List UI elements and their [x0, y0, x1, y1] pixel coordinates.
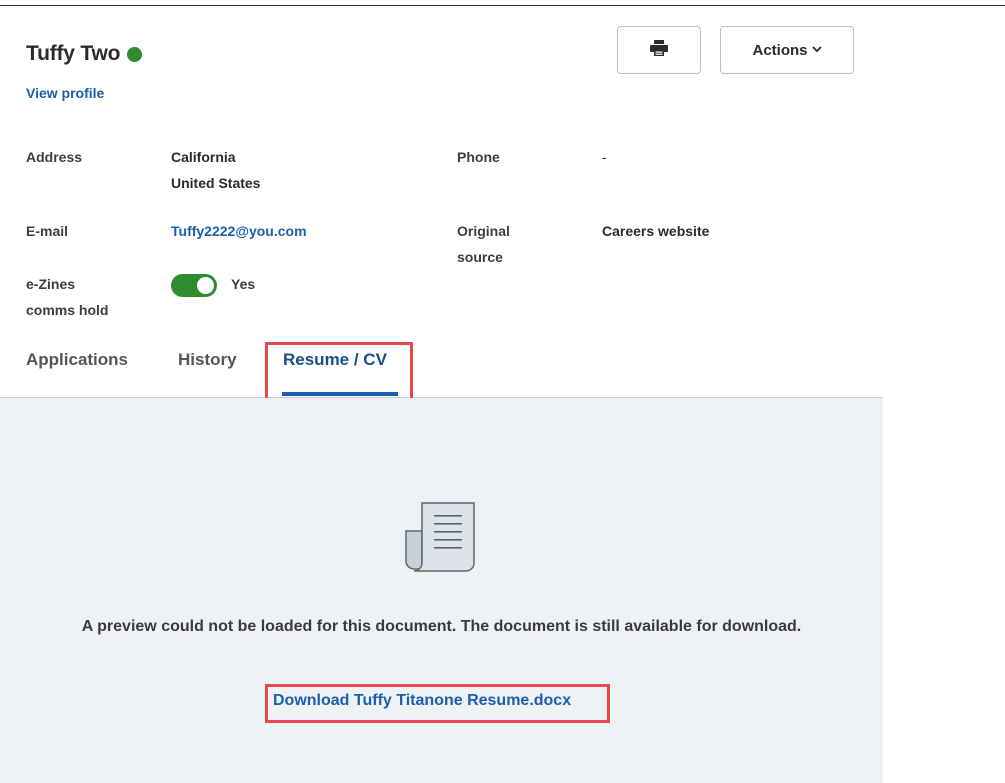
chevron-down-icon	[811, 44, 822, 56]
actions-button[interactable]: Actions	[720, 26, 854, 74]
document-preview: A preview could not be loaded for this d…	[0, 398, 883, 783]
download-highlight-box	[265, 684, 610, 723]
email-label: E-mail	[26, 223, 69, 239]
address-line-1: California	[171, 149, 236, 165]
phone-value: -	[602, 149, 607, 165]
ezines-value: Yes	[231, 276, 256, 292]
candidate-header: Tuffy Two	[26, 42, 143, 66]
address-label: Address	[26, 149, 83, 165]
toggle-knob	[197, 277, 214, 294]
tab-bar: Applications History Resume / CV	[0, 340, 883, 398]
source-value: Careers website	[602, 223, 710, 239]
phone-label: Phone	[457, 149, 500, 165]
email-link[interactable]: Tuffy2222@you.com	[171, 218, 307, 244]
status-indicator	[127, 47, 143, 62]
top-divider	[0, 5, 1005, 6]
print-button[interactable]	[617, 26, 701, 74]
tab-applications[interactable]: Applications	[26, 350, 128, 370]
ezines-toggle[interactable]	[171, 274, 217, 297]
preview-error-message: A preview could not be loaded for this d…	[81, 618, 802, 635]
address-line-2: United States	[171, 175, 261, 191]
source-label-line-2: source	[457, 249, 503, 265]
view-profile-link[interactable]: View profile	[26, 85, 104, 101]
printer-icon	[650, 39, 668, 61]
candidate-name: Tuffy Two	[26, 42, 121, 65]
tab-history[interactable]: History	[178, 350, 237, 370]
source-label-line-1: Original	[457, 223, 510, 239]
document-icon	[402, 501, 476, 578]
tab-highlight-box	[265, 342, 413, 406]
actions-label: Actions	[752, 41, 808, 59]
ezines-label-line-1: e-Zines	[26, 276, 76, 292]
ezines-label-line-2: comms hold	[26, 302, 109, 318]
